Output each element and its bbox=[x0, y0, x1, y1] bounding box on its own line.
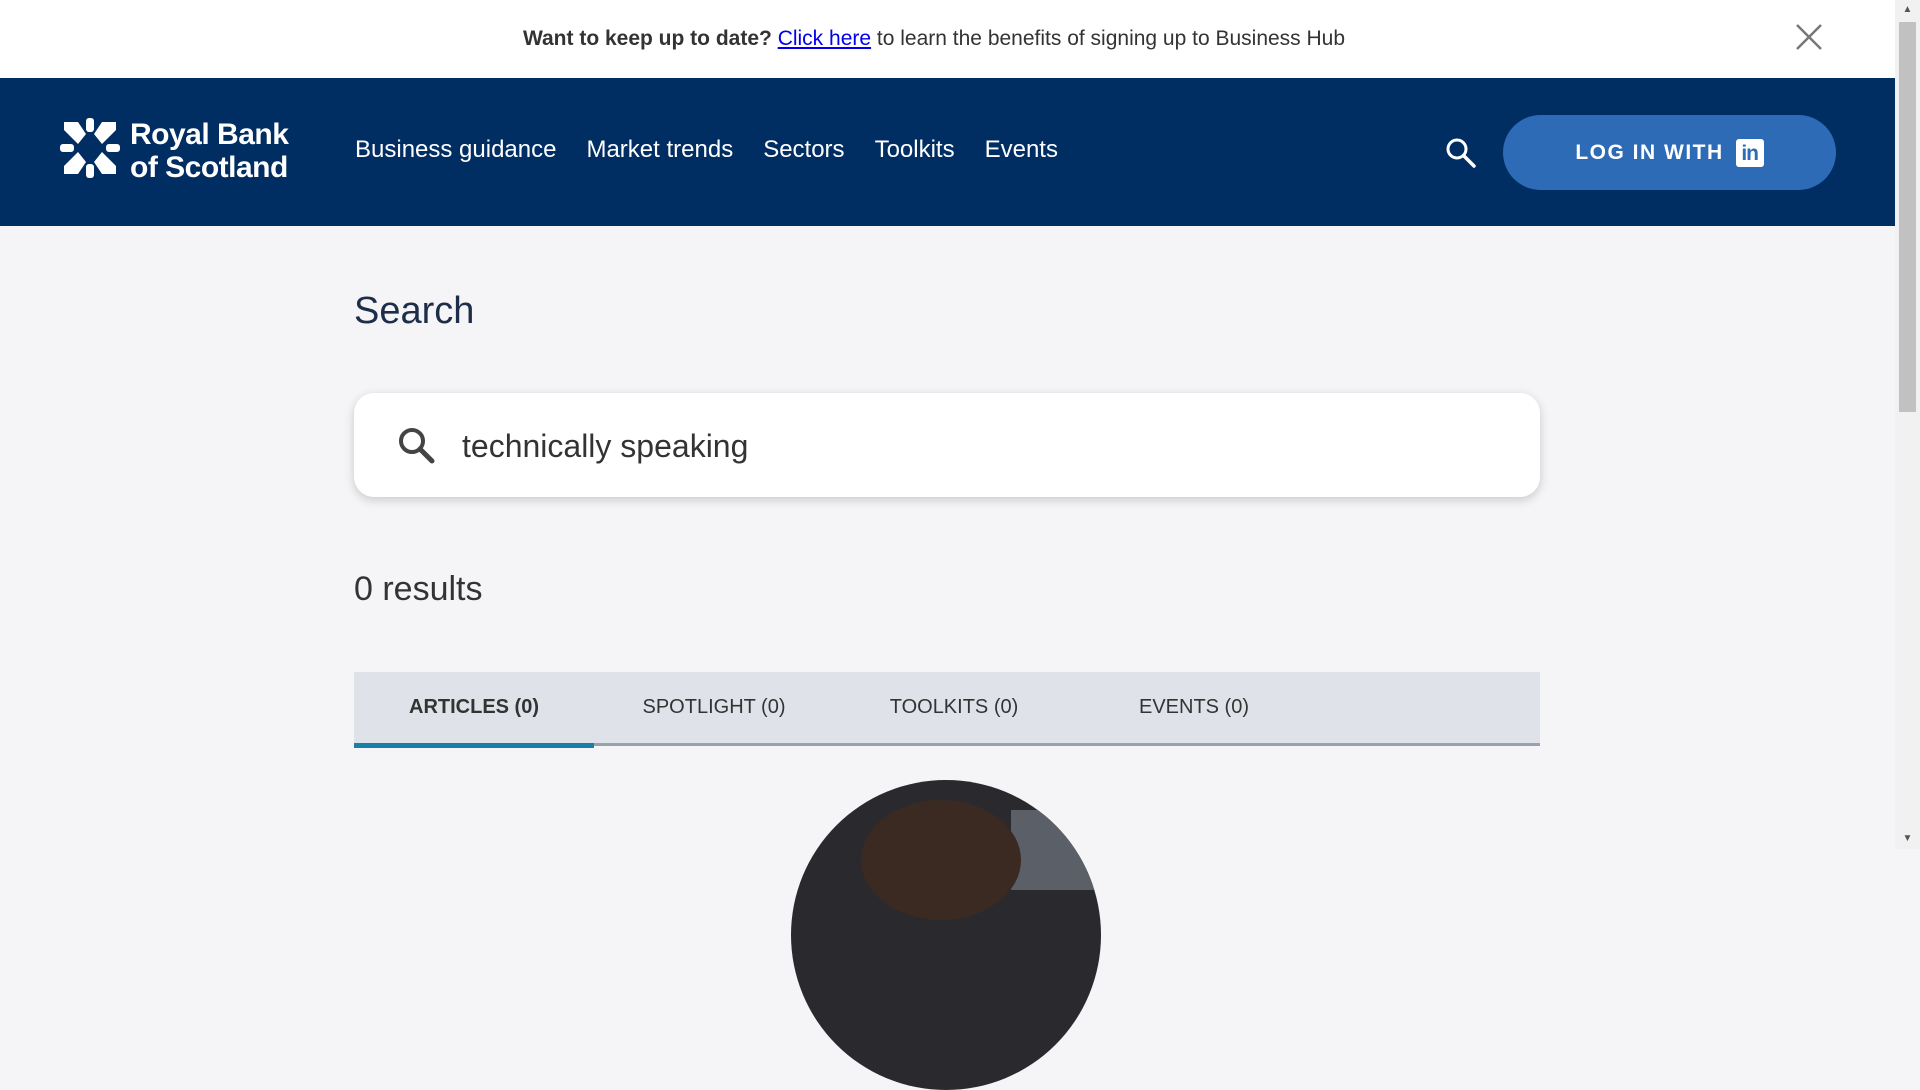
nav-events[interactable]: Events bbox=[985, 136, 1058, 164]
tab-toolkits[interactable]: TOOLKITS (0) bbox=[834, 672, 1074, 743]
banner-link[interactable]: Click here bbox=[778, 27, 871, 50]
nav-sectors[interactable]: Sectors bbox=[763, 136, 844, 164]
logo[interactable]: Royal Bank of Scotland bbox=[60, 118, 290, 184]
scroll-thumb[interactable] bbox=[1899, 22, 1916, 412]
main-nav: Business guidance Market trends Sectors … bbox=[355, 136, 1088, 164]
results-tabs: ARTICLES (0) SPOTLIGHT (0) TOOLKITS (0) … bbox=[354, 672, 1540, 748]
notification-banner: Want to keep up to date? Click here to l… bbox=[0, 0, 1895, 78]
banner-text: Want to keep up to date? Click here to l… bbox=[0, 27, 1868, 51]
search-box bbox=[354, 393, 1540, 497]
close-icon[interactable] bbox=[1794, 22, 1824, 52]
logo-icon bbox=[60, 118, 120, 178]
tab-spotlight[interactable]: SPOTLIGHT (0) bbox=[594, 672, 834, 743]
scroll-down-arrow[interactable]: ▼ bbox=[1895, 829, 1920, 849]
nav-business-guidance[interactable]: Business guidance bbox=[355, 136, 556, 164]
results-count: 0 results bbox=[354, 570, 483, 608]
search-input[interactable] bbox=[460, 415, 1504, 477]
article-image bbox=[791, 780, 1101, 1090]
login-label: LOG IN WITH bbox=[1575, 140, 1724, 164]
nav-toolkits[interactable]: Toolkits bbox=[875, 136, 955, 164]
search-icon bbox=[399, 428, 435, 464]
nav-market-trends[interactable]: Market trends bbox=[586, 136, 733, 164]
banner-rest: to learn the benefits of signing up to B… bbox=[876, 27, 1346, 50]
banner-lead: Want to keep up to date? bbox=[522, 27, 772, 50]
tab-events[interactable]: EVENTS (0) bbox=[1074, 672, 1314, 743]
scroll-up-arrow[interactable]: ▲ bbox=[1895, 0, 1920, 20]
logo-line-1: Royal Bank bbox=[130, 118, 289, 151]
scrollbar[interactable]: ▲ ▼ bbox=[1895, 0, 1920, 849]
tab-articles[interactable]: ARTICLES (0) bbox=[354, 672, 594, 748]
logo-text: Royal Bank of Scotland bbox=[130, 118, 289, 184]
linkedin-icon: in bbox=[1735, 138, 1764, 167]
search-icon[interactable] bbox=[1444, 136, 1478, 170]
login-linkedin-button[interactable]: LOG IN WITH in bbox=[1503, 115, 1836, 190]
logo-line-2: of Scotland bbox=[130, 151, 288, 184]
site-header: Royal Bank of Scotland Business guidance… bbox=[0, 78, 1895, 226]
page-title: Search bbox=[354, 290, 475, 332]
image-person bbox=[861, 800, 1021, 920]
image-background bbox=[1011, 810, 1101, 890]
